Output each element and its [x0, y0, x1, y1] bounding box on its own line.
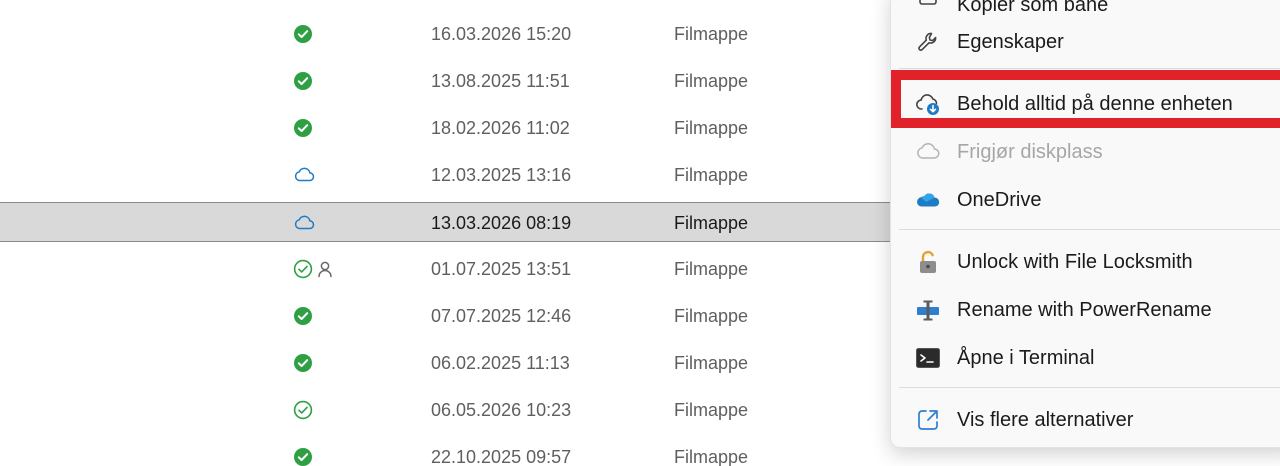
cloud-online-icon [293, 167, 315, 183]
modified-date: 01.07.2025 13:51 [431, 259, 572, 279]
menu-separator [899, 68, 1280, 69]
menu-item-label: Egenskaper [957, 30, 1064, 53]
status-cell [293, 71, 313, 91]
cloud-online-icon [293, 215, 315, 231]
shared-person-icon [317, 260, 333, 278]
modified-date: 06.05.2026 10:23 [431, 400, 572, 420]
status-cell [293, 118, 313, 138]
menu-separator [899, 229, 1280, 230]
item-type: Filmappe [674, 165, 749, 185]
menu-item-label: Kopier som bane [957, 0, 1109, 16]
terminal-icon [915, 345, 941, 371]
menu-item-properties[interactable]: Egenskaper [891, 20, 1280, 64]
modified-date: 13.08.2025 11:51 [431, 71, 570, 91]
status-cell [293, 447, 313, 466]
item-type: Filmappe [674, 24, 749, 44]
status-cell [293, 165, 315, 185]
menu-item-label: Rename with PowerRename [957, 298, 1212, 321]
menu-item-label: Vis flere alternativer [957, 408, 1134, 431]
context-menu: Kopier som bane Egenskaper Behold alltid… [890, 0, 1280, 448]
available-check-icon [293, 259, 313, 279]
menu-item-free-up-space[interactable]: Frigjør diskplass [891, 130, 1280, 174]
menu-item-file-locksmith[interactable]: Unlock with File Locksmith [891, 240, 1280, 284]
item-type: Filmappe [674, 353, 749, 373]
item-type: Filmappe [674, 213, 749, 233]
modified-date: 12.03.2025 13:16 [431, 165, 572, 185]
modified-date: 18.02.2026 11:02 [431, 118, 570, 138]
onedrive-icon [915, 187, 941, 213]
status-cell [293, 353, 313, 373]
item-type: Filmappe [674, 400, 749, 420]
synced-check-icon [293, 71, 313, 91]
menu-item-more-options[interactable]: Vis flere alternativer [891, 398, 1280, 442]
synced-check-icon [293, 118, 313, 138]
status-cell [293, 259, 333, 279]
available-check-icon [293, 400, 313, 420]
power-rename-icon [915, 297, 941, 323]
lock-icon [915, 249, 941, 275]
modified-date: 16.03.2026 15:20 [431, 24, 572, 44]
menu-item-power-rename[interactable]: Rename with PowerRename [891, 288, 1280, 332]
item-type: Filmappe [674, 71, 749, 91]
item-type: Filmappe [674, 259, 749, 279]
status-cell [293, 306, 313, 326]
synced-check-icon [293, 306, 313, 326]
open-external-icon [915, 407, 941, 433]
status-cell [293, 213, 315, 233]
status-cell [293, 400, 313, 420]
menu-item-label: Åpne i Terminal [957, 346, 1095, 369]
wrench-icon [915, 29, 941, 55]
synced-check-icon [293, 353, 313, 373]
copy-path-icon [915, 0, 941, 18]
menu-item-terminal[interactable]: Åpne i Terminal [891, 336, 1280, 380]
menu-separator [899, 387, 1280, 388]
status-cell [293, 24, 313, 44]
menu-item-label: OneDrive [957, 188, 1042, 211]
item-type: Filmappe [674, 447, 749, 466]
item-type: Filmappe [674, 118, 749, 138]
cloud-icon [915, 139, 941, 165]
menu-item-label: Frigjør diskplass [957, 140, 1103, 163]
modified-date: 22.10.2025 09:57 [431, 447, 572, 466]
modified-date: 07.07.2025 12:46 [431, 306, 572, 326]
item-type: Filmappe [674, 306, 749, 326]
synced-check-icon [293, 447, 313, 466]
modified-date: 06.02.2025 11:13 [431, 353, 570, 373]
menu-item-onedrive[interactable]: OneDrive [891, 178, 1280, 222]
modified-date: 13.03.2026 08:19 [431, 213, 572, 233]
menu-item-label: Unlock with File Locksmith [957, 250, 1193, 273]
highlight-box [891, 70, 1280, 128]
synced-check-icon [293, 24, 313, 44]
